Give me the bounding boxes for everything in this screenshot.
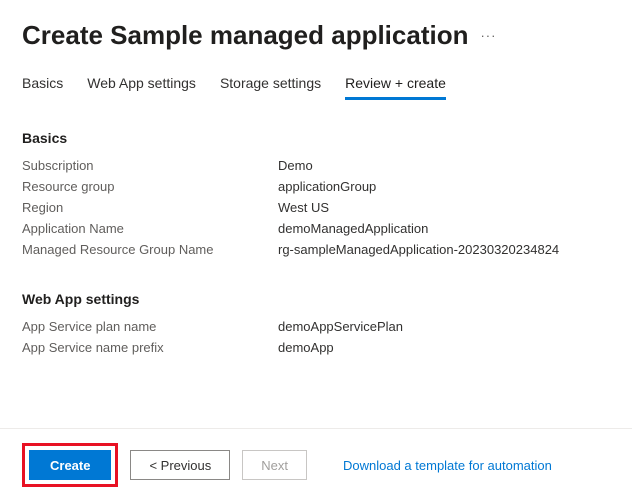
tab-bar: Basics Web App settings Storage settings…	[22, 71, 610, 100]
download-template-link[interactable]: Download a template for automation	[343, 458, 552, 473]
summary-label: App Service plan name	[22, 319, 278, 334]
previous-button[interactable]: < Previous	[130, 450, 230, 480]
tab-storage-settings[interactable]: Storage settings	[220, 71, 321, 100]
summary-row: Application Name demoManagedApplication	[22, 221, 610, 236]
summary-value: West US	[278, 200, 329, 215]
summary-value: rg-sampleManagedApplication-202303202348…	[278, 242, 559, 257]
section-web-app-settings: Web App settings App Service plan name d…	[22, 291, 610, 355]
summary-value: demoApp	[278, 340, 334, 355]
tab-basics[interactable]: Basics	[22, 71, 63, 100]
summary-label: Region	[22, 200, 278, 215]
tab-web-app-settings[interactable]: Web App settings	[87, 71, 196, 100]
summary-label: App Service name prefix	[22, 340, 278, 355]
summary-label: Subscription	[22, 158, 278, 173]
summary-row: Managed Resource Group Name rg-sampleMan…	[22, 242, 610, 257]
summary-row: Region West US	[22, 200, 610, 215]
highlight-create: Create	[22, 443, 118, 487]
more-icon[interactable]: ···	[480, 28, 496, 43]
footer-bar: Create < Previous Next Download a templa…	[0, 428, 632, 501]
tab-review-create[interactable]: Review + create	[345, 71, 446, 100]
section-basics: Basics Subscription Demo Resource group …	[22, 130, 610, 257]
summary-label: Application Name	[22, 221, 278, 236]
summary-value: demoManagedApplication	[278, 221, 428, 236]
create-button[interactable]: Create	[29, 450, 111, 480]
summary-value: demoAppServicePlan	[278, 319, 403, 334]
page-title: Create Sample managed application	[22, 20, 468, 51]
summary-value: applicationGroup	[278, 179, 376, 194]
summary-value: Demo	[278, 158, 313, 173]
summary-label: Managed Resource Group Name	[22, 242, 278, 257]
summary-row: App Service plan name demoAppServicePlan	[22, 319, 610, 334]
summary-row: Subscription Demo	[22, 158, 610, 173]
summary-row: Resource group applicationGroup	[22, 179, 610, 194]
summary-row: App Service name prefix demoApp	[22, 340, 610, 355]
summary-label: Resource group	[22, 179, 278, 194]
section-heading-webapp: Web App settings	[22, 291, 610, 307]
section-heading-basics: Basics	[22, 130, 610, 146]
next-button: Next	[242, 450, 307, 480]
